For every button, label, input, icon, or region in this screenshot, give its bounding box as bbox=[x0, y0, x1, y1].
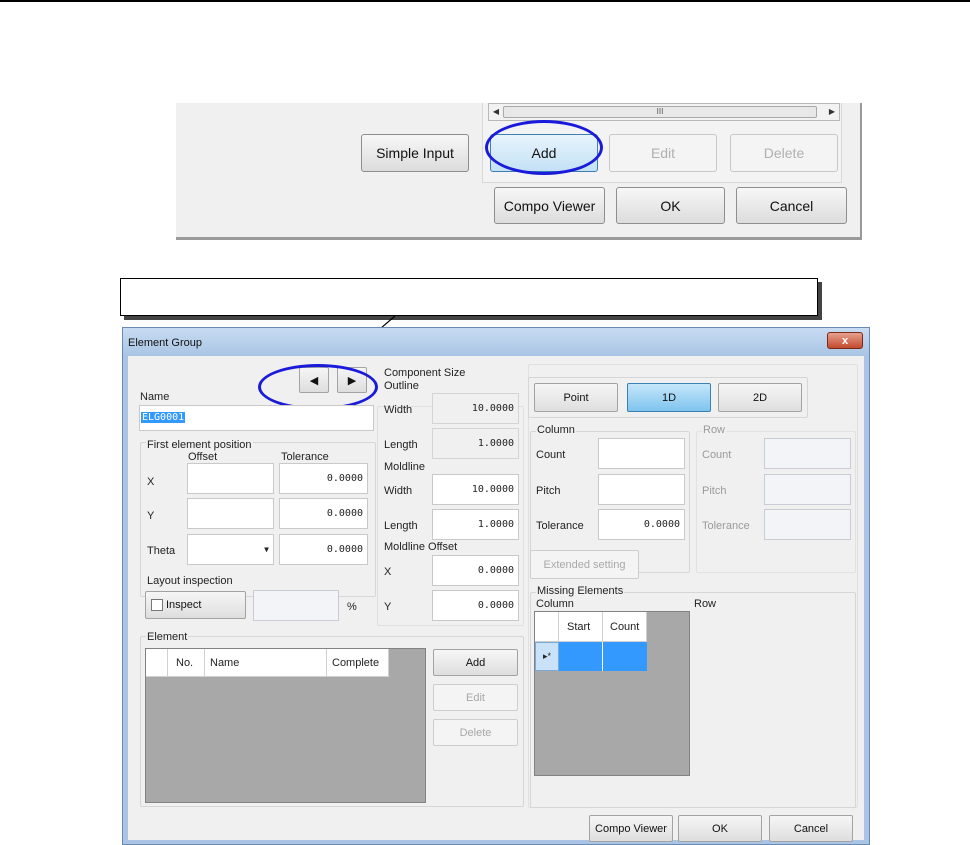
tolerance-header: Tolerance bbox=[281, 451, 329, 463]
column-title: Column bbox=[536, 424, 576, 436]
add-highlight-ring bbox=[485, 120, 603, 175]
name-field[interactable]: ELG0001 bbox=[139, 405, 374, 431]
outline-width-label: Width bbox=[384, 404, 413, 416]
horizontal-scrollbar[interactable]: ◀ III ▶ bbox=[488, 103, 840, 121]
element-delete-button[interactable]: Delete bbox=[433, 719, 518, 746]
y-tolerance-input[interactable]: 0.0000 bbox=[279, 498, 368, 529]
inspect-toggle[interactable]: Inspect bbox=[145, 591, 246, 619]
x-offset-input[interactable] bbox=[187, 463, 274, 494]
percent-label: % bbox=[347, 601, 357, 613]
row-count-input[interactable] bbox=[764, 438, 851, 469]
moldline-length-label: Length bbox=[384, 520, 418, 532]
inspect-label: Inspect bbox=[166, 599, 202, 611]
2d-mode-button[interactable]: 2D bbox=[718, 383, 802, 412]
x-tolerance-input[interactable]: 0.0000 bbox=[279, 463, 368, 494]
scroll-thumb[interactable]: III bbox=[503, 106, 817, 118]
theta-select[interactable]: ▼ bbox=[187, 534, 274, 565]
page-rule bbox=[0, 0, 970, 2]
x-label: X bbox=[147, 476, 155, 488]
column-count-input[interactable] bbox=[598, 438, 685, 469]
row-tolerance-label: Tolerance bbox=[702, 520, 750, 532]
ok-button[interactable]: OK bbox=[678, 815, 762, 842]
moldline-length-input[interactable]: 1.0000 bbox=[432, 509, 519, 540]
y-label: Y bbox=[147, 510, 155, 522]
element-title: Element bbox=[146, 631, 189, 643]
element-group-dialog: Element Group x ◀ ▶ Name ELG0001 First e… bbox=[122, 327, 870, 845]
name-value: ELG0001 bbox=[141, 412, 186, 423]
dialog-title: Element Group bbox=[128, 337, 202, 349]
column-header[interactable]: No. bbox=[168, 649, 205, 677]
compo-viewer-button[interactable]: Compo Viewer bbox=[494, 187, 605, 224]
row-pitch-label: Pitch bbox=[702, 485, 727, 497]
element-edit-button[interactable]: Edit bbox=[433, 684, 518, 711]
inspect-percent-input[interactable] bbox=[253, 590, 339, 621]
row-header-corner bbox=[535, 612, 559, 642]
moldline-width-label: Width bbox=[384, 485, 413, 497]
outline-width-value: 10.0000 bbox=[432, 393, 519, 424]
offset-y-label: Y bbox=[384, 601, 392, 613]
element-add-button[interactable]: Add bbox=[433, 649, 518, 676]
missing-elements-title: Missing Elements bbox=[536, 585, 625, 597]
y-offset-input[interactable] bbox=[187, 498, 274, 529]
outline-label: Outline bbox=[384, 380, 419, 392]
element-table[interactable]: No. Name Complete bbox=[145, 648, 426, 803]
new-row-marker[interactable]: ▸* bbox=[535, 642, 559, 671]
moldline-label: Moldline bbox=[384, 461, 425, 473]
point-mode-button[interactable]: Point bbox=[534, 383, 618, 412]
dialog-client: ◀ ▶ Name ELG0001 First element position … bbox=[128, 356, 864, 842]
column-tolerance-input[interactable]: 0.0000 bbox=[598, 509, 685, 540]
column-header[interactable]: Start bbox=[559, 612, 603, 642]
name-label: Name bbox=[140, 391, 170, 403]
theta-tolerance-input[interactable]: 0.0000 bbox=[279, 534, 368, 565]
offset-x-input[interactable]: 0.0000 bbox=[432, 555, 519, 586]
cancel-button[interactable]: Cancel bbox=[769, 815, 853, 842]
title-bar: Element Group x bbox=[123, 328, 869, 356]
row-header-corner bbox=[146, 649, 168, 677]
dialog-snippet: ◀ III ▶ Simple Input Add Edit Delete Com… bbox=[176, 103, 862, 240]
column-tolerance-label: Tolerance bbox=[536, 520, 584, 532]
edit-button[interactable]: Edit bbox=[609, 134, 717, 172]
missing-column-table[interactable]: Start Count ▸* bbox=[534, 611, 690, 776]
1d-mode-button[interactable]: 1D bbox=[627, 383, 711, 412]
component-size-title: Component Size bbox=[384, 367, 466, 379]
row-title: Row bbox=[702, 424, 727, 436]
offset-header: Offset bbox=[188, 451, 218, 463]
outline-length-label: Length bbox=[384, 439, 418, 451]
scroll-left-icon[interactable]: ◀ bbox=[489, 104, 503, 120]
row-tolerance-input[interactable] bbox=[764, 509, 851, 540]
column-pitch-label: Pitch bbox=[536, 485, 561, 497]
count-cell[interactable] bbox=[603, 642, 647, 671]
close-icon[interactable]: x bbox=[827, 332, 863, 349]
column-header[interactable]: Complete bbox=[327, 649, 389, 677]
scroll-right-icon[interactable]: ▶ bbox=[825, 104, 839, 120]
offset-x-label: X bbox=[384, 566, 392, 578]
ok-button[interactable]: OK bbox=[616, 187, 725, 224]
column-header[interactable]: Count bbox=[603, 612, 647, 642]
compo-viewer-button[interactable]: Compo Viewer bbox=[589, 815, 673, 842]
moldline-width-input[interactable]: 10.0000 bbox=[432, 474, 519, 505]
column-pitch-input[interactable] bbox=[598, 474, 685, 505]
moldline-offset-label: Moldline Offset bbox=[384, 541, 458, 553]
first-position-title: First element position bbox=[146, 439, 253, 451]
start-cell[interactable] bbox=[559, 642, 603, 671]
layout-inspection-title: Layout inspection bbox=[147, 575, 233, 587]
extended-setting-button[interactable]: Extended setting bbox=[530, 550, 639, 579]
callout-box bbox=[120, 278, 818, 316]
cancel-button[interactable]: Cancel bbox=[736, 187, 847, 224]
dropdown-icon: ▼ bbox=[264, 545, 269, 554]
row-pitch-input[interactable] bbox=[764, 474, 851, 505]
missing-row-label: Row bbox=[694, 598, 717, 610]
row-count-label: Count bbox=[702, 449, 732, 461]
column-header[interactable]: Name bbox=[205, 649, 327, 677]
theta-label: Theta bbox=[147, 545, 176, 557]
offset-y-input[interactable]: 0.0000 bbox=[432, 590, 519, 621]
nav-highlight-ring bbox=[258, 364, 378, 410]
column-count-label: Count bbox=[536, 449, 566, 461]
checkbox-icon[interactable] bbox=[151, 599, 163, 611]
missing-column-label: Column bbox=[536, 598, 574, 610]
outline-length-value: 1.0000 bbox=[432, 428, 519, 459]
delete-button[interactable]: Delete bbox=[730, 134, 838, 172]
simple-input-button[interactable]: Simple Input bbox=[361, 134, 469, 172]
